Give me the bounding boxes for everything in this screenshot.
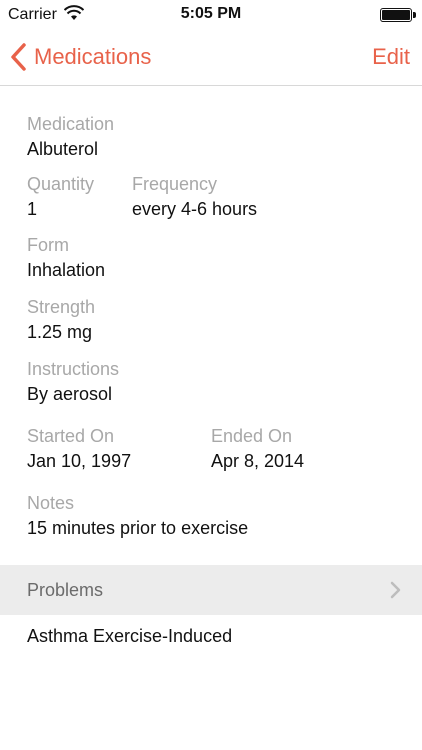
quantity-value: 1 (27, 199, 38, 219)
form-value: Inhalation (27, 260, 106, 280)
strength-label: Strength (27, 297, 96, 317)
chevron-right-icon (390, 581, 401, 599)
back-button[interactable]: Medications (8, 40, 151, 74)
medication-label: Medication (27, 114, 115, 134)
battery-icon (380, 8, 416, 22)
instructions-value: By aerosol (27, 384, 113, 404)
problems-section-title: Problems (27, 580, 104, 600)
quantity-label: Quantity (27, 174, 95, 194)
back-button-label: Medications (34, 44, 152, 69)
started-on-label: Started On (27, 426, 115, 446)
frequency-label: Frequency (132, 174, 218, 194)
problem-list-item[interactable]: Asthma Exercise-Induced (27, 626, 232, 647)
chevron-left-icon (11, 43, 26, 71)
ended-on-value: Apr 8, 2014 (211, 451, 305, 471)
navigation-bar: Medications Edit (0, 30, 422, 86)
strength-value: 1.25 mg (27, 322, 93, 342)
frequency-value: every 4-6 hours (132, 199, 258, 219)
ended-on-label: Ended On (211, 426, 293, 446)
notes-label: Notes (27, 493, 75, 513)
form-label: Form (27, 235, 69, 255)
status-bar: Carrier 5:05 PM (0, 0, 422, 30)
started-on-value: Jan 10, 1997 (27, 451, 132, 471)
medication-value: Albuterol (27, 139, 99, 159)
instructions-label: Instructions (27, 359, 120, 379)
problems-section-header[interactable]: Problems (0, 565, 422, 615)
edit-button[interactable]: Edit (372, 44, 410, 70)
status-time: 5:05 PM (180, 5, 242, 22)
notes-value: 15 minutes prior to exercise (27, 518, 249, 538)
